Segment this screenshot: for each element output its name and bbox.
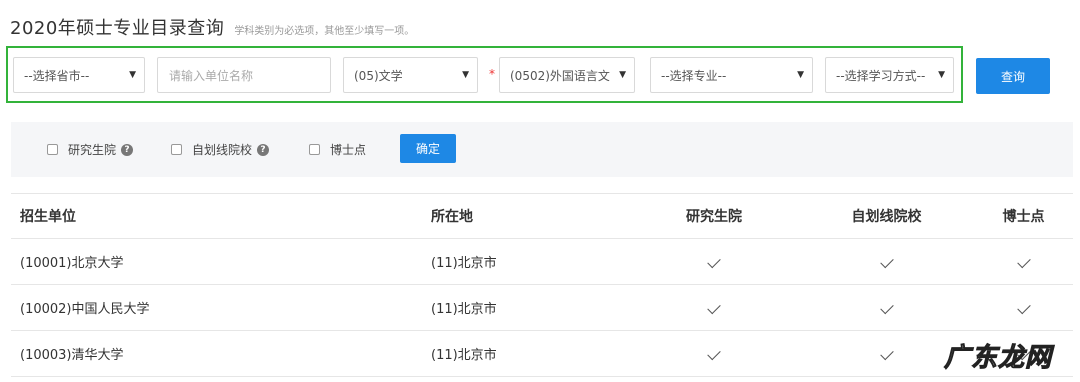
category-select-value: (05)文学 [354, 68, 403, 83]
chevron-down-icon: ▼ [619, 70, 626, 80]
chevron-down-icon: ▼ [797, 70, 804, 80]
page-header: 2020年硕士专业目录查询 学科类别为必选项，其他至少填写一项。 [10, 14, 414, 40]
check-icon [1016, 254, 1031, 269]
unit-cell[interactable]: (10001)北京大学 [11, 238, 419, 285]
table-header-row: 招生单位 所在地 研究生院 自划线院校 博士点 [11, 193, 1073, 239]
header-location: 所在地 [419, 193, 629, 239]
header-doctoral: 博士点 [974, 193, 1073, 239]
graduate-school-label: 研究生院 [68, 143, 117, 157]
chevron-down-icon: ▼ [129, 70, 136, 80]
self-scoring-cell [799, 284, 974, 331]
results-table: 招生单位 所在地 研究生院 自划线院校 博士点 (10001)北京大学 (11)… [11, 193, 1073, 377]
province-select[interactable]: --选择省市-- ▼ [13, 57, 145, 93]
doctoral-checkbox[interactable]: 博士点 [309, 141, 366, 158]
header-self-scoring: 自划线院校 [799, 193, 974, 239]
header-graduate-school: 研究生院 [629, 193, 799, 239]
help-icon[interactable]: ? [121, 143, 134, 156]
doctoral-cell [974, 284, 1073, 331]
check-icon [879, 346, 894, 361]
major-select-value: --选择专业-- [661, 68, 727, 83]
graduate-cell [629, 330, 799, 377]
watermark-logo: 广东龙网 [943, 343, 1053, 374]
doctoral-cell [974, 238, 1073, 285]
graduate-school-checkbox[interactable]: 研究生院 ? [47, 141, 134, 158]
self-scoring-checkbox[interactable]: 自划线院校 ? [171, 141, 270, 158]
study-mode-select[interactable]: --选择学习方式-- ▼ [825, 57, 954, 93]
check-icon [707, 300, 721, 315]
graduate-cell [629, 284, 799, 331]
discipline-select-value: (0502)外国语言文 [510, 68, 610, 83]
category-select[interactable]: (05)文学 ▼ [343, 57, 478, 93]
unit-cell[interactable]: (10003)清华大学 [11, 330, 419, 377]
query-button[interactable]: 查询 [976, 58, 1050, 94]
doctoral-label: 博士点 [330, 143, 367, 157]
self-scoring-label: 自划线院校 [192, 143, 253, 157]
major-select[interactable]: --选择专业-- ▼ [650, 57, 813, 93]
check-icon [707, 254, 721, 269]
self-scoring-cell [799, 238, 974, 285]
check-icon [1016, 300, 1031, 315]
province-select-value: --选择省市-- [24, 68, 90, 83]
help-icon[interactable]: ? [257, 143, 270, 156]
unit-name-placeholder: 请输入单位名称 [169, 68, 254, 83]
chevron-down-icon: ▼ [938, 70, 945, 80]
page-hint: 学科类别为必选项，其他至少填写一项。 [234, 26, 415, 37]
discipline-select[interactable]: (0502)外国语言文 ▼ [499, 57, 635, 93]
checkbox-box[interactable] [309, 144, 320, 155]
graduate-cell [629, 238, 799, 285]
checkbox-box[interactable] [47, 144, 58, 155]
required-mark: * [489, 67, 495, 81]
check-icon [707, 346, 721, 361]
check-icon [879, 300, 894, 315]
page-title: 2020年硕士专业目录查询 [10, 18, 225, 39]
checkbox-box[interactable] [171, 144, 182, 155]
unit-name-input[interactable]: 请输入单位名称 [157, 57, 331, 93]
table-row[interactable]: (10002)中国人民大学 (11)北京市 [11, 284, 1073, 331]
location-cell: (11)北京市 [419, 330, 629, 377]
search-highlight-frame [6, 46, 963, 103]
table-row[interactable]: (10003)清华大学 (11)北京市 [11, 330, 1073, 377]
location-cell: (11)北京市 [419, 238, 629, 285]
study-mode-select-value: --选择学习方式-- [836, 68, 926, 83]
confirm-button[interactable]: 确定 [400, 134, 456, 163]
table-row[interactable]: (10001)北京大学 (11)北京市 [11, 238, 1073, 285]
unit-cell[interactable]: (10002)中国人民大学 [11, 284, 419, 331]
location-cell: (11)北京市 [419, 284, 629, 331]
header-unit: 招生单位 [11, 193, 419, 239]
check-icon [879, 254, 894, 269]
chevron-down-icon: ▼ [462, 70, 469, 80]
